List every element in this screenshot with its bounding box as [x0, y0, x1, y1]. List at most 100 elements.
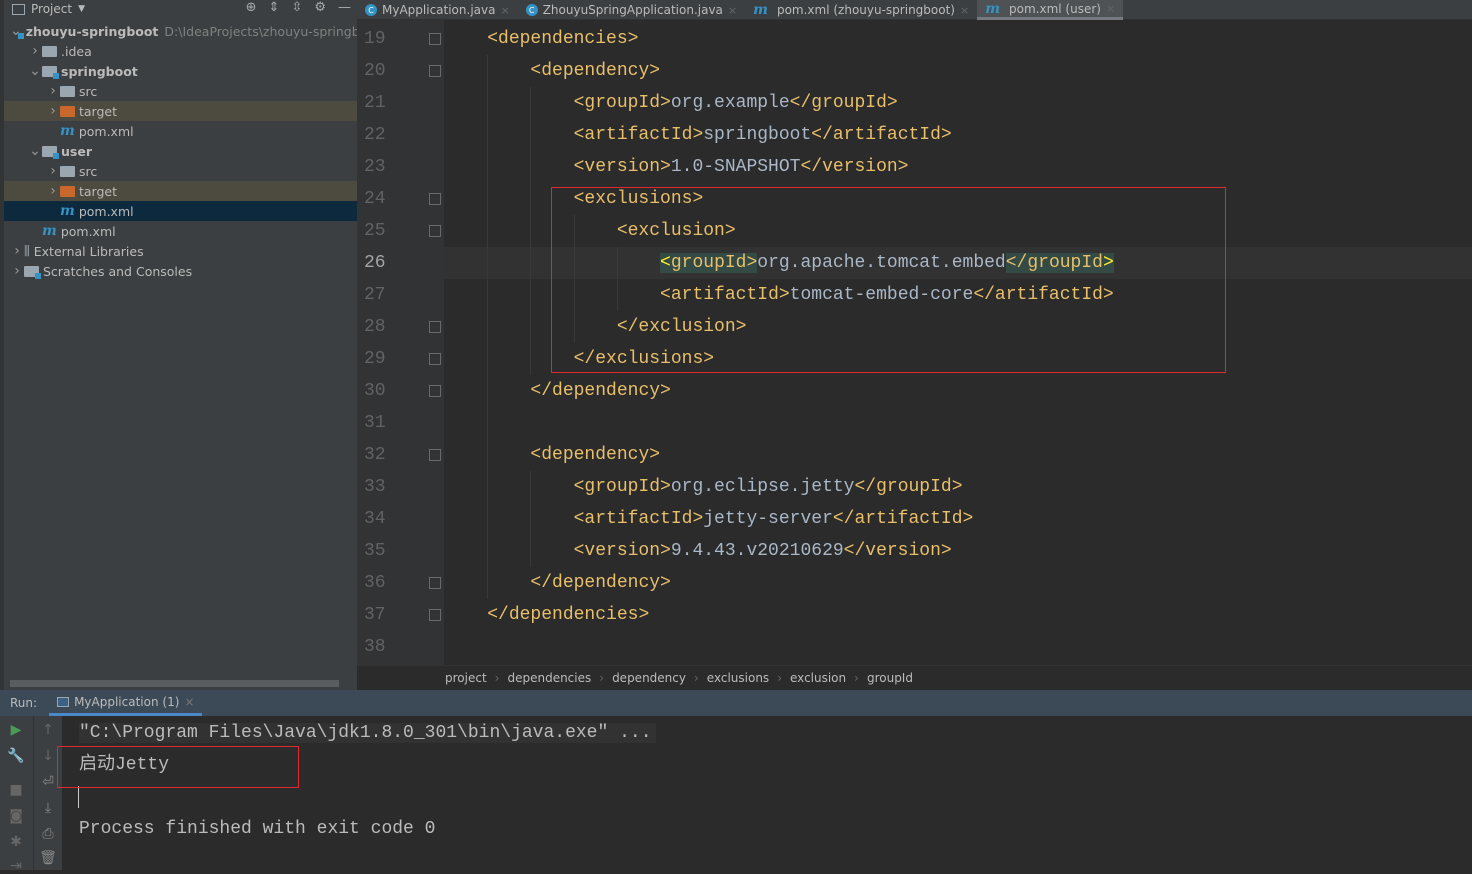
tab-zhouyuspringapplication-java[interactable]: C ZhouyuSpringApplication.java ×: [518, 0, 745, 20]
xml-tag: <artifactId>: [573, 125, 704, 145]
breadcrumb-separator-icon: ›: [494, 671, 500, 685]
fold-collapse-icon[interactable]: [429, 449, 441, 461]
xml-text: [444, 93, 574, 113]
tree-item[interactable]: ⌄ user: [4, 141, 357, 161]
line-number: 23: [364, 157, 386, 177]
breadcrumb-item[interactable]: groupId: [867, 671, 913, 685]
stop-icon[interactable]: ■: [6, 782, 26, 798]
line-number: 37: [364, 605, 386, 625]
project-view-selector[interactable]: Project: [31, 2, 72, 16]
tree-item[interactable]: › ⫼ External Libraries: [4, 241, 357, 261]
chevron-right-icon[interactable]: ›: [46, 163, 60, 179]
chevron-right-icon[interactable]: ›: [10, 263, 24, 279]
line-number: 28: [364, 317, 386, 337]
fold-collapse-icon[interactable]: [429, 33, 441, 45]
line-number: 36: [364, 573, 386, 593]
soft-wrap-icon[interactable]: ⏎: [38, 774, 58, 790]
tab-myapplication-java[interactable]: C MyApplication.java ×: [357, 0, 518, 20]
tree-item-label: .idea: [61, 43, 92, 59]
code-line: <groupId>org.eclipse.jetty</groupId>: [444, 471, 963, 503]
fold-end-icon[interactable]: [429, 609, 441, 621]
chevron-right-icon[interactable]: ›: [46, 183, 60, 199]
close-icon[interactable]: ×: [960, 4, 969, 17]
tree-item[interactable]: › src: [4, 81, 357, 101]
indent-guide: [530, 471, 532, 567]
fold-end-icon[interactable]: [429, 321, 441, 333]
maven-icon: m: [753, 2, 768, 18]
chevron-down-icon[interactable]: ⌄: [28, 143, 42, 159]
line-number: 24: [364, 189, 386, 209]
chevron-right-icon[interactable]: ›: [46, 103, 60, 119]
maven-icon: m: [60, 203, 75, 219]
close-icon[interactable]: ×: [1106, 2, 1115, 15]
horizontal-scrollbar[interactable]: [10, 680, 339, 687]
exclusions-highlight-box: [551, 187, 1226, 373]
xml-tag: <groupId>: [573, 93, 671, 113]
xml-tag: <groupId>: [573, 477, 671, 497]
camera-icon[interactable]: ◙: [6, 808, 26, 824]
tree-item[interactable]: ⌄ springboot: [4, 61, 357, 81]
xml-text: 1.0-SNAPSHOT: [670, 157, 801, 177]
breadcrumb-item[interactable]: dependency: [612, 671, 686, 685]
scroll-to-end-icon[interactable]: ⤓: [38, 800, 58, 816]
chevron-down-icon[interactable]: ⌄: [28, 63, 42, 79]
xml-tag: </artifactId>: [811, 125, 952, 145]
tree-item[interactable]: m pom.xml: [4, 221, 357, 241]
gear-icon[interactable]: ⚙: [314, 0, 326, 15]
up-arrow-icon[interactable]: ↑: [38, 722, 58, 738]
hide-icon[interactable]: —: [338, 0, 351, 15]
line-number: 32: [364, 445, 386, 465]
editor-tabs: C MyApplication.java × C ZhouyuSpringApplica…: [357, 0, 1472, 20]
fold-end-icon[interactable]: [429, 385, 441, 397]
chevron-right-icon[interactable]: ›: [28, 43, 42, 59]
tab-label: ZhouyuSpringApplication.java: [542, 3, 723, 17]
fold-collapse-icon[interactable]: [429, 225, 441, 237]
tree-item-label: user: [61, 143, 92, 159]
project-panel-header: Project ▼ ⊕ ⇕ ⇳ ⚙ —: [4, 0, 357, 18]
tree-item[interactable]: m pom.xml: [4, 121, 357, 141]
tree-item[interactable]: › .idea: [4, 41, 357, 61]
expand-all-icon[interactable]: ⇕: [269, 0, 280, 15]
wrench-icon[interactable]: 🔧: [6, 748, 26, 764]
collapse-all-icon[interactable]: ⇳: [291, 0, 302, 15]
xml-text: org.example: [670, 93, 790, 113]
breadcrumb-item[interactable]: dependencies: [507, 671, 591, 685]
console-icon: [57, 696, 70, 707]
fold-collapse-icon[interactable]: [429, 65, 441, 77]
fold-end-icon[interactable]: [429, 577, 441, 589]
run-tab[interactable]: MyApplication (1) ×: [49, 690, 203, 716]
chevron-right-icon[interactable]: ›: [46, 83, 60, 99]
xml-text: [444, 157, 574, 177]
close-icon[interactable]: ×: [500, 4, 509, 17]
tree-item[interactable]: › target: [4, 181, 357, 201]
breadcrumb-item[interactable]: exclusions: [707, 671, 769, 685]
tab-pom-xml-zhouyu-springboot-[interactable]: m pom.xml (zhouyu-springboot) ×: [745, 0, 977, 20]
breadcrumb-item[interactable]: project: [445, 671, 487, 685]
print-icon[interactable]: ⎙: [38, 826, 58, 842]
trash-icon[interactable]: 🗑: [38, 850, 58, 866]
down-arrow-icon[interactable]: ↓: [38, 748, 58, 764]
tree-item-label: src: [79, 83, 98, 99]
fold-end-icon[interactable]: [429, 353, 441, 365]
rerun-icon[interactable]: ▶: [6, 722, 26, 738]
breadcrumb-item[interactable]: exclusion: [790, 671, 846, 685]
fold-collapse-icon[interactable]: [429, 193, 441, 205]
exit-icon[interactable]: ⇥: [6, 858, 26, 874]
tree-item[interactable]: › src: [4, 161, 357, 181]
debug-icon[interactable]: ✱: [6, 834, 26, 850]
tree-item-label: Scratches and Consoles: [43, 263, 193, 279]
xml-text: springboot: [703, 125, 812, 145]
locate-icon[interactable]: ⊕: [246, 0, 257, 15]
tree-item[interactable]: › target: [4, 101, 357, 121]
chevron-right-icon[interactable]: ›: [10, 243, 24, 259]
code-line: </dependency>: [444, 375, 670, 407]
close-icon[interactable]: ×: [184, 695, 194, 709]
chevron-down-icon[interactable]: ▼: [78, 4, 85, 14]
tree-item[interactable]: m pom.xml: [4, 201, 357, 221]
tree-item[interactable]: ⌄ zhouyu-springboot D:\IdeaProjects\zhouyu…: [4, 21, 360, 41]
tab-pom-xml-user-[interactable]: m pom.xml (user) ×: [977, 0, 1124, 20]
close-icon[interactable]: ×: [728, 4, 737, 17]
tree-item[interactable]: › Scratches and Consoles: [4, 261, 357, 281]
tree-item-label: springboot: [61, 63, 138, 79]
maven-icon: m: [60, 123, 75, 139]
